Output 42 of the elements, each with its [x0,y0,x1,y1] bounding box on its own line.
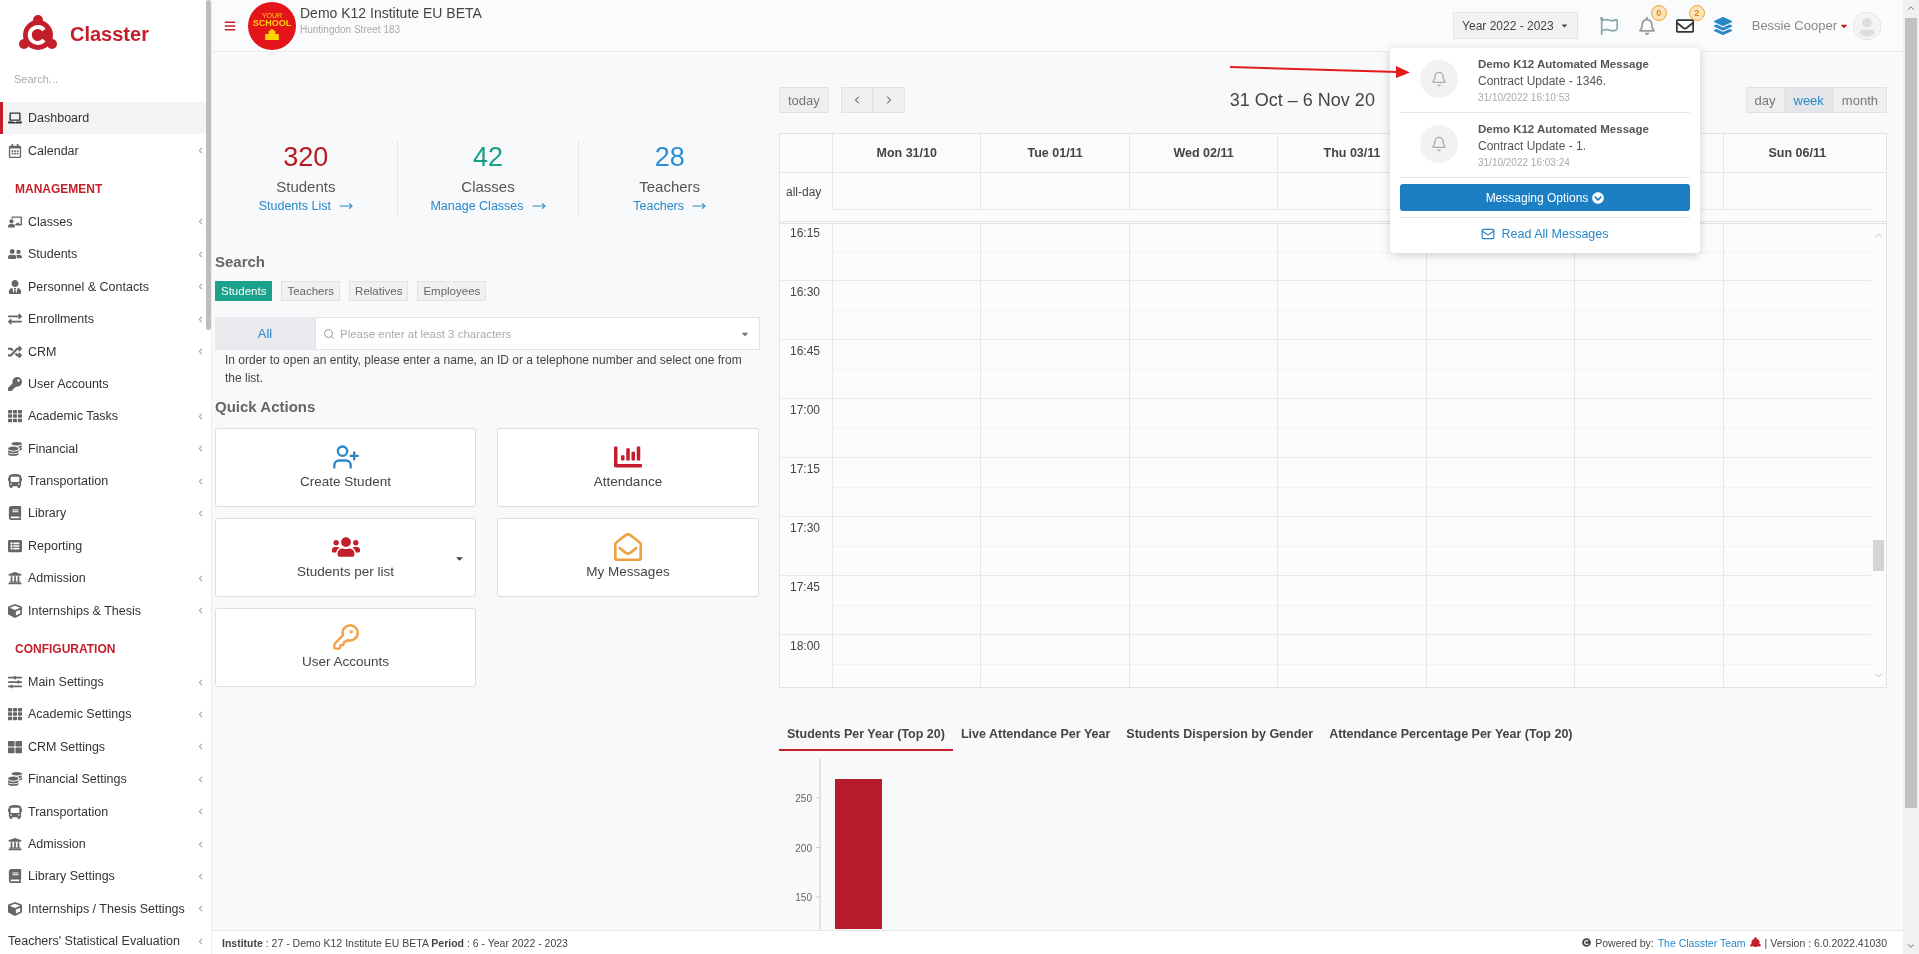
time-label: 16:15 [780,224,832,281]
time-label: 17:45 [780,576,832,635]
help-text: In order to open an entity, please enter a name, an ID or a telephone number and select one from the list. [224,352,743,387]
institute-address: Huntingdon Street 183 [300,23,402,35]
institute-info: Institute : 27 - Demo K12 Institute EU BETA Period : 6 - Year 2022 - 2023 [222,936,568,949]
time-label: 17:00 [780,399,832,458]
message-count: 2 [1688,4,1705,21]
time-label: 18:00 [780,635,832,687]
section-heading: Search [215,252,267,272]
time-label: 17:15 [780,458,832,517]
time-label: 16:30 [780,281,832,340]
axis-tick-label: 200 [795,842,812,854]
brand-name: Classter [70,22,149,46]
stat-label: Students [276,177,336,197]
message-title: Demo K12 Automated Message [1478,122,1649,137]
message-text: Contract Update - 1. [1478,138,1588,155]
day-header: Wed 02/11 [1128,134,1278,173]
axis-tick-label: 250 [795,793,812,804]
time-label: 16:45 [780,340,832,399]
message-time: 31/10/2022 16:03:24 [1478,156,1571,170]
message-text: Contract Update - 1346. [1478,73,1608,90]
all-day-label: all-day [785,183,823,201]
section-heading: Quick Actions [215,397,317,417]
time-label: 17:30 [780,517,832,576]
powered-by-text: Powered by: [1595,936,1654,949]
day-header: Tue 01/11 [980,134,1129,173]
stat-label: Classes [461,177,515,197]
stat-value: 320 [283,141,329,173]
stat-value: 28 [654,141,685,173]
day-header: Mon 31/10 [832,134,981,173]
day-header: Sun 06/11 [1722,134,1871,173]
notification-count: 0 [1650,4,1667,21]
calendar-title: 31 Oct – 6 Nov 20 [1229,89,1375,111]
message-title: Demo K12 Automated Message [1478,57,1649,72]
stat-value: 42 [472,141,503,173]
section-title: MANAGEMENT [14,180,104,198]
stat-label: Teachers [639,177,701,197]
message-time: 31/10/2022 16:10:53 [1478,91,1571,105]
section-title: CONFIGURATION [14,640,117,658]
institute-name: Demo K12 Institute EU BETA [300,4,482,21]
version-text: | Version : 6.0.2022.41030 [1764,936,1887,949]
axis-tick-label: 150 [795,892,812,903]
